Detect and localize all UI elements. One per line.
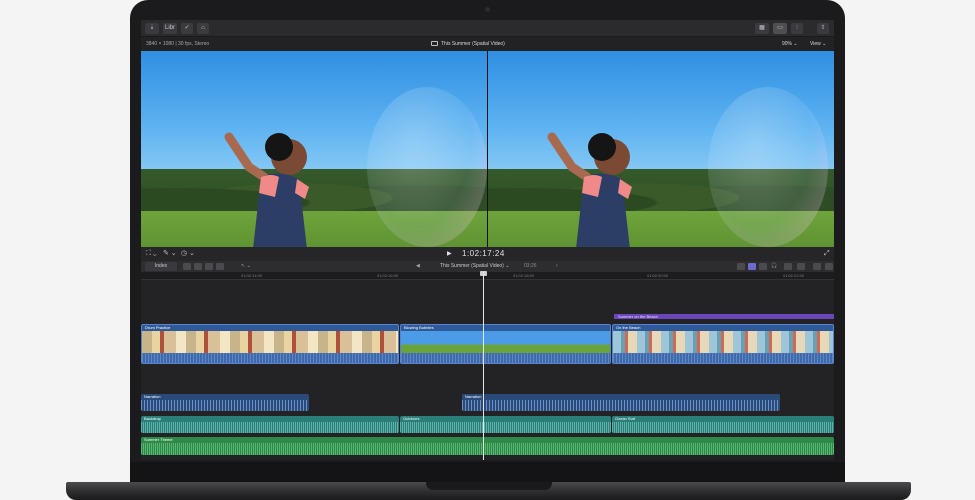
forward-arrow-icon[interactable]: › <box>556 261 558 272</box>
ruler-tick: 01:02:20:00 <box>647 273 669 278</box>
index-button[interactable]: Index <box>145 262 177 271</box>
video-viewer[interactable] <box>141 51 834 247</box>
share-icon[interactable]: ⇧ <box>817 23 829 34</box>
transform-icon[interactable]: ⛶ ⌄ <box>146 247 157 261</box>
laptop-chin <box>130 462 845 482</box>
enhance-icon[interactable]: ✎ ⌄ <box>163 247 177 261</box>
bubble <box>367 87 487 247</box>
format-label: 3840 × 1080 | 30 fps, Stereo <box>146 41 210 47</box>
laptop-frame: ⇣ Libr ✓ ⌂ ▦ ▭ ⫶ ⇧ 3840 × 1080 | 30 fps,… <box>130 0 845 482</box>
laptop-base <box>66 482 911 500</box>
clip-overwrite-icon[interactable] <box>216 263 224 270</box>
clip-thumbnails <box>142 331 398 353</box>
viewer-project-title: This Summer (Spatial Video) <box>441 41 505 47</box>
snapping-icon[interactable] <box>748 263 756 270</box>
clip-thumbnails <box>613 331 833 353</box>
ambience-clip-ocean-surf[interactable]: Ocean Surf <box>612 416 834 433</box>
project-duration: 03:26 <box>524 263 537 269</box>
clip-waveform <box>462 400 780 411</box>
clip-waveform <box>612 422 834 433</box>
import-button[interactable]: ⇣ <box>145 23 159 34</box>
ambience-clip-outdoors[interactable]: Outdoors <box>400 416 611 433</box>
bubble-right <box>708 87 828 247</box>
top-toolbar: ⇣ Libr ✓ ⌂ ▦ ▭ ⫶ ⇧ <box>141 20 834 37</box>
fullscreen-icon[interactable]: ⤢ <box>824 247 830 261</box>
clip-append-icon[interactable] <box>205 263 213 270</box>
skimming-icon[interactable] <box>737 263 745 270</box>
ruler-tick: 01:02:14:00 <box>241 273 263 278</box>
left-eye-frame <box>141 51 487 247</box>
ruler-tick: 01:02:16:00 <box>377 273 399 278</box>
clip-connect-icon[interactable] <box>183 263 191 270</box>
speed-icon[interactable]: ◷ ⌄ <box>181 247 195 261</box>
transport-bar: ⛶ ⌄ ✎ ⌄ ◷ ⌄ ▶ 1:02:17:24 ⤢ <box>141 247 834 261</box>
laptop-notch <box>426 482 552 490</box>
clip-waveform <box>142 353 398 363</box>
timecode-display: 1:02:17:24 <box>462 249 505 258</box>
narration-clip-2[interactable]: Narration <box>462 394 780 411</box>
solo-icon[interactable] <box>759 263 767 270</box>
playhead[interactable] <box>483 272 484 460</box>
timeline-toolbar: Index ↖ ⌄ ◀ This Summer (Spatial Video) … <box>141 261 834 272</box>
video-clip-blowing-bubbles[interactable]: Blowing Bubbles <box>400 324 611 364</box>
clip-waveform <box>141 422 399 433</box>
video-clip-drum-practice[interactable]: Drum Practice <box>141 324 399 364</box>
adjust-icon[interactable]: ⫶ <box>791 23 803 34</box>
close-timeline-icon[interactable] <box>825 263 833 270</box>
camera <box>485 7 490 12</box>
clapper-icon <box>431 41 438 46</box>
girl-figure-right <box>547 132 632 247</box>
narration-clip-1[interactable]: Narration <box>141 394 309 411</box>
ambience-clip-backdrop[interactable]: Backdrop <box>141 416 399 433</box>
back-arrow-icon[interactable]: ◀ <box>416 261 420 272</box>
ruler-tick: 01:02:22:00 <box>783 273 805 278</box>
girl-figure <box>224 132 309 247</box>
clip-appearance-icon[interactable] <box>784 263 792 270</box>
keyword-button[interactable]: ⌂ <box>197 23 209 34</box>
clip-waveform <box>400 422 611 433</box>
zoom-menu[interactable]: 90% ⌄ <box>782 37 798 51</box>
background-tasks-button[interactable]: ✓ <box>181 23 193 34</box>
clip-insert-icon[interactable] <box>194 263 202 270</box>
audio-headphone-icon[interactable]: 🎧 <box>771 261 777 272</box>
inspector-icon[interactable]: ▭ <box>773 23 787 34</box>
timeline-ruler[interactable]: 01:02:14:00 01:02:16:00 01:02:18:00 01:0… <box>141 272 834 280</box>
timeline-tracks[interactable]: Summer on the Beach Drum Practice Blowin… <box>141 280 834 460</box>
timeline-project-menu[interactable]: This Summer (Spatial Video) ⌄ <box>440 261 509 272</box>
title-clip[interactable]: Summer on the Beach <box>614 314 834 319</box>
libraries-button[interactable]: Libr <box>163 23 177 34</box>
right-eye-frame <box>488 51 834 247</box>
ruler-tick: 01:02:18:00 <box>513 273 535 278</box>
grid-view-icon[interactable]: ▦ <box>755 23 769 34</box>
clip-waveform <box>613 353 833 363</box>
transitions-browser-icon[interactable] <box>813 263 821 270</box>
final-cut-window: ⇣ Libr ✓ ⌂ ▦ ▭ ⫶ ⇧ 3840 × 1080 | 30 fps,… <box>141 20 834 460</box>
select-tool-icon[interactable]: ↖ ⌄ <box>241 261 251 272</box>
music-clip-summer-theme[interactable]: Summer Theme <box>141 437 834 455</box>
view-menu[interactable]: View ⌄ <box>810 37 826 51</box>
clip-waveform <box>401 353 610 363</box>
clip-waveform <box>141 443 834 455</box>
viewer-info-bar: 3840 × 1080 | 30 fps, Stereo This Summer… <box>141 37 834 51</box>
play-icon[interactable]: ▶ <box>447 247 452 261</box>
video-clip-on-the-beach[interactable]: On the Beach <box>612 324 834 364</box>
effects-browser-icon[interactable] <box>797 263 805 270</box>
clip-thumbnails <box>401 331 610 353</box>
clip-waveform <box>141 400 309 411</box>
